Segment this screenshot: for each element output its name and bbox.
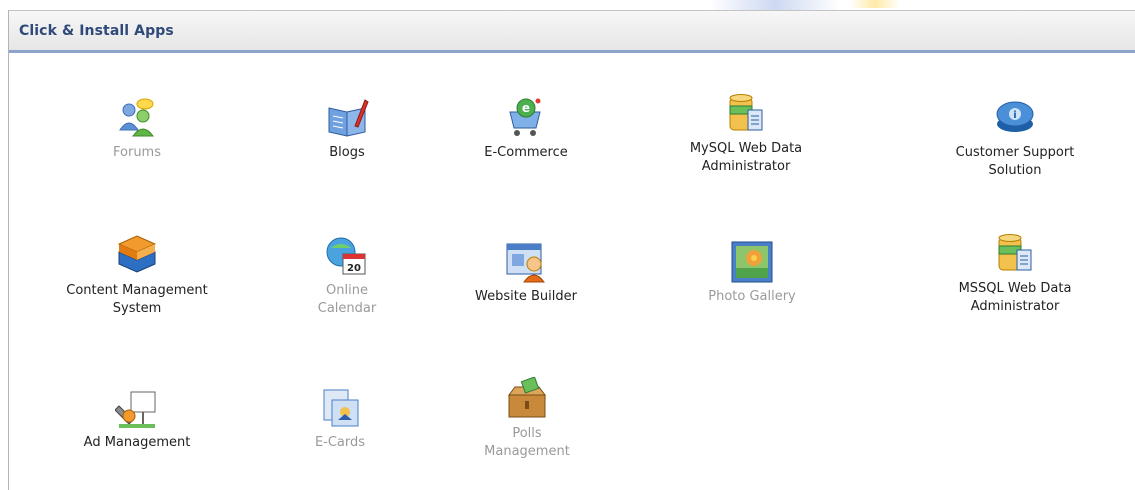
app-label: MSSQL Web Data Administrator	[958, 281, 1072, 314]
app-label: Blogs	[329, 145, 365, 160]
panel-title: Click & Install Apps	[19, 22, 174, 39]
polls-icon	[508, 377, 546, 418]
app-label: Polls Management	[484, 426, 570, 459]
blogs-icon	[328, 99, 369, 137]
svg-text:20: 20	[347, 263, 361, 274]
website-builder-icon	[506, 243, 545, 283]
app-website-builder[interactable]: Website Builder	[426, 240, 626, 306]
app-content-management-system[interactable]: Content Management System	[37, 234, 237, 318]
app-customer-support-solution[interactable]: i Customer Support Solution	[915, 96, 1115, 180]
ecommerce-icon: e	[509, 98, 541, 136]
mysql-database-icon	[729, 94, 763, 131]
app-e-cards[interactable]: E-Cards	[240, 386, 440, 452]
app-label: Online Calendar	[317, 283, 377, 316]
app-label: MySQL Web Data Administrator	[689, 141, 803, 174]
svg-text:i: i	[1013, 110, 1016, 121]
app-forums[interactable]: Forums	[37, 96, 237, 162]
app-label: Forums	[113, 145, 161, 160]
app-polls-management[interactable]: Polls Management	[427, 377, 627, 461]
customer-support-icon: i	[996, 101, 1034, 132]
svg-text:e: e	[522, 101, 530, 115]
app-label: E-Commerce	[484, 145, 568, 160]
app-mysql-web-data-administrator[interactable]: MySQL Web Data Administrator	[646, 92, 846, 176]
app-online-calendar[interactable]: 20 Online Calendar	[247, 234, 447, 318]
app-mssql-web-data-administrator[interactable]: MSSQL Web Data Administrator	[915, 232, 1115, 316]
app-label: Content Management System	[66, 283, 208, 316]
app-label: Website Builder	[475, 289, 577, 304]
app-ad-management[interactable]: Ad Management	[37, 386, 237, 452]
decorative-blue-glow	[710, 0, 840, 10]
app-photo-gallery[interactable]: Photo Gallery	[652, 240, 852, 306]
calendar-icon: 20	[326, 237, 366, 275]
app-e-commerce[interactable]: e E-Commerce	[426, 96, 626, 162]
decorative-yellow-glow	[850, 0, 900, 8]
content-management-icon	[117, 235, 157, 273]
ecards-icon	[323, 389, 359, 427]
app-blogs[interactable]: Blogs	[247, 96, 447, 162]
mssql-database-icon	[998, 234, 1032, 271]
app-label: Photo Gallery	[708, 289, 796, 304]
app-label: Customer Support Solution	[955, 145, 1075, 178]
app-label: Ad Management	[83, 435, 191, 450]
forums-icon	[119, 98, 154, 137]
ad-management-icon	[115, 391, 156, 428]
app-label: E-Cards	[314, 435, 366, 450]
panel-header: Click & Install Apps	[9, 11, 1135, 53]
photo-gallery-icon	[731, 241, 773, 283]
